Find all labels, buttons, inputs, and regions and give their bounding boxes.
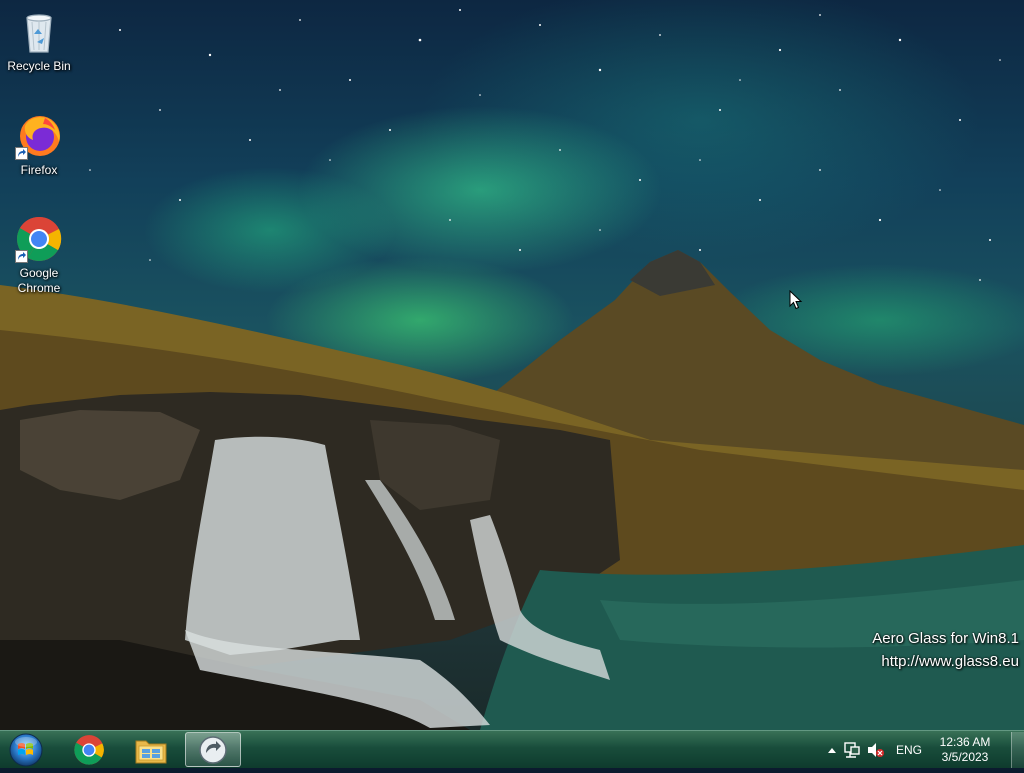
shortcut-arrow-icon [15,250,28,263]
taskbar-chrome-button[interactable] [61,732,117,767]
show-desktop-button[interactable] [1011,732,1024,768]
network-icon [844,742,860,758]
show-hidden-icons-button[interactable] [824,731,840,769]
clock[interactable]: 12:36 AM 3/5/2023 [934,731,996,773]
system-tray: ENG 12:36 AM 3/5/2023 [824,731,1024,769]
language-indicator[interactable]: ENG [896,731,926,769]
volume-muted-icon [868,743,884,757]
chrome-icon [15,215,63,263]
mouse-cursor-icon [789,290,803,310]
desktop-icon-firefox[interactable]: Firefox [1,112,77,178]
chrome-icon [74,734,104,765]
app-icon [199,735,227,764]
network-tray-button[interactable] [842,731,862,769]
desktop-icon-recycle-bin[interactable]: Recycle Bin [1,8,77,74]
taskbar-active-app-button[interactable] [185,732,241,767]
taskbar-file-explorer-button[interactable] [123,732,179,767]
volume-tray-button[interactable] [865,731,885,769]
watermark-line1: Aero Glass for Win8.1 [872,630,1019,647]
start-orb-icon [9,733,43,767]
desktop-icon-label: Recycle Bin [7,59,71,73]
recycle-bin-icon [15,8,63,56]
firefox-icon [15,112,63,160]
desktop-icon-label: Google Chrome [17,266,61,295]
desktop-icon-google-chrome[interactable]: Google Chrome [1,215,77,296]
chevron-up-icon [828,748,836,753]
watermark-line2: http://www.glass8.eu [881,653,1019,670]
taskbar: ENG 12:36 AM 3/5/2023 [0,730,1024,768]
desktop[interactable]: Recycle Bin Firefox Google Chrome Aero G… [0,0,1024,730]
clock-time: 12:36 AM [939,735,991,749]
wallpaper-landscape [0,250,1024,730]
desktop-icon-label: Firefox [20,163,58,177]
shortcut-arrow-icon [15,147,28,160]
file-explorer-icon [135,740,167,763]
start-button[interactable] [4,732,48,768]
clock-date: 3/5/2023 [941,750,989,764]
